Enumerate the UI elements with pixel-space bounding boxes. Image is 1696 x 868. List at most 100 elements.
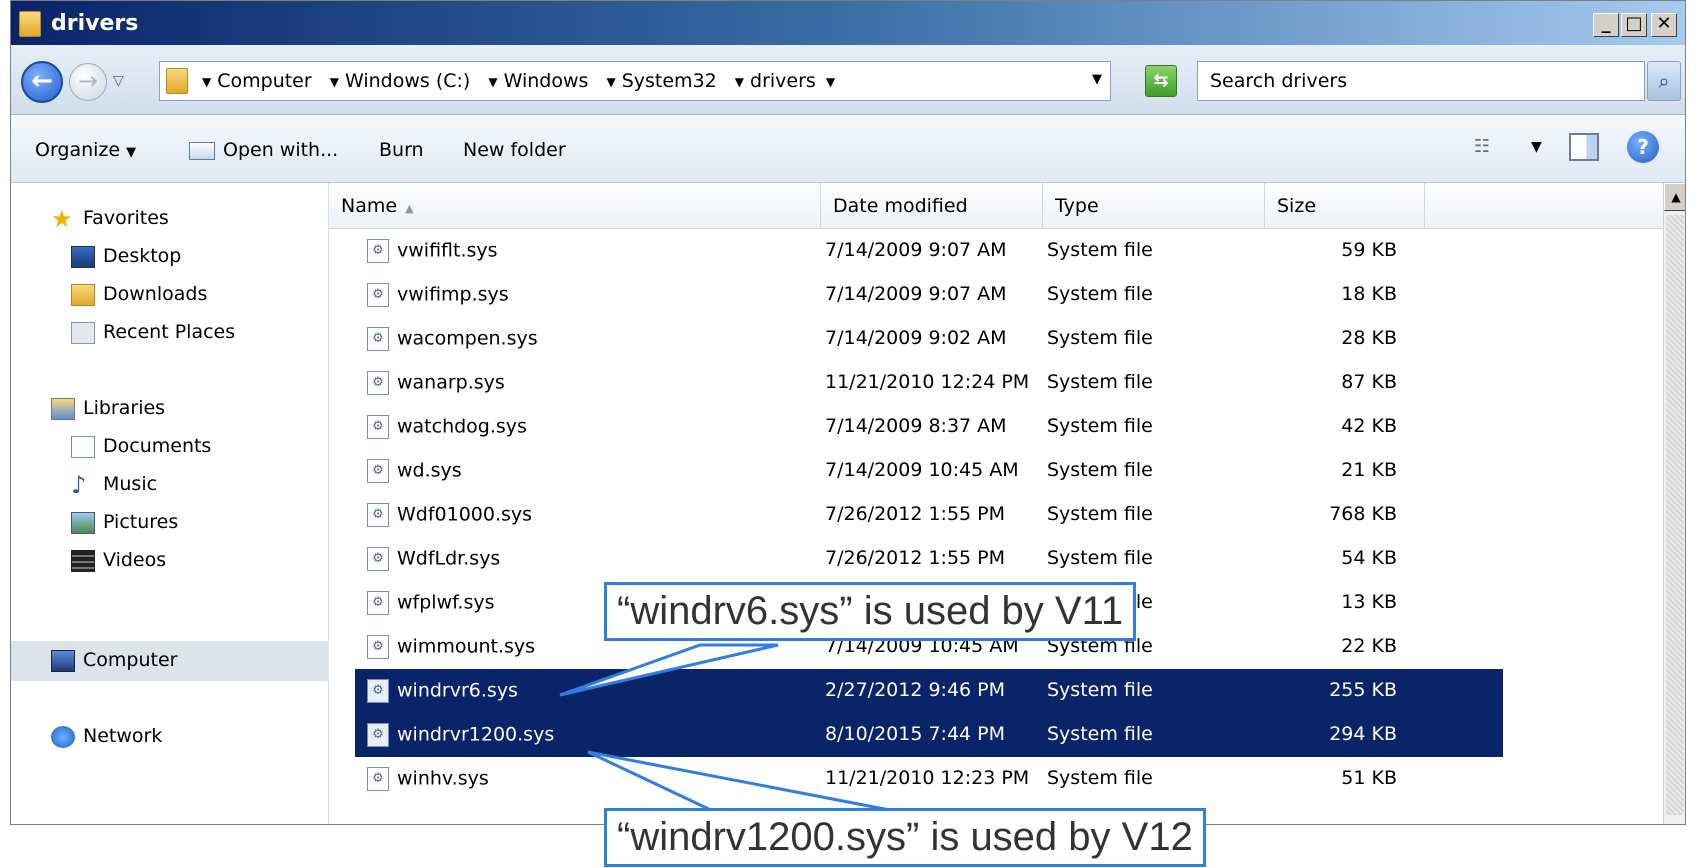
search-icon[interactable]: ⌕ [1647, 61, 1681, 101]
file-type: System file [1047, 327, 1153, 349]
arrow-left-icon: ← [31, 66, 53, 96]
nav-item-pictures[interactable]: Pictures [71, 511, 178, 534]
arrow-right-icon: → [77, 67, 99, 95]
column-header-type[interactable]: Type [1043, 183, 1265, 229]
preview-pane-icon[interactable] [1569, 133, 1599, 161]
system-file-icon: ⚙ [367, 723, 389, 747]
chevron-down-icon[interactable]: ▼ [1092, 72, 1102, 87]
file-type: System file [1047, 767, 1153, 789]
scroll-track[interactable] [1666, 215, 1684, 815]
navigation-pane: ★ Favorites Desktop Downloads Recent Plac… [11, 183, 329, 824]
file-name: wimmount.sys [397, 635, 536, 658]
table-row[interactable]: ⚙ windrvr6.sys 2/27/2012 9:46 PM System fil… [355, 669, 1503, 713]
table-row[interactable]: ⚙ Wdf01000.sys 7/26/2012 1:55 PM System fil… [355, 493, 1503, 537]
file-type: System file [1047, 371, 1153, 393]
file-name-cell: ⚙ vwififlt.sys [367, 239, 498, 263]
burn-button[interactable]: Burn [379, 139, 424, 161]
recent-pages-button[interactable]: ▽ [113, 73, 124, 89]
nav-item-downloads[interactable]: Downloads [71, 283, 207, 306]
nav-item-videos[interactable]: Videos [71, 549, 166, 572]
maximize-button[interactable]: □ [1621, 13, 1647, 37]
system-file-icon: ⚙ [367, 547, 389, 571]
file-name: watchdog.sys [397, 415, 527, 438]
table-row[interactable]: ⚙ wanarp.sys 11/21/2010 12:24 PM System fil… [355, 361, 1503, 405]
table-row[interactable]: ⚙ vwififlt.sys 7/14/2009 9:07 AM System fil… [355, 229, 1503, 273]
computer-icon [51, 649, 75, 672]
breadcrumb-item[interactable]: ▼ Windows (C:) [330, 70, 471, 92]
file-type: System file [1047, 723, 1153, 745]
file-size: 59 KB [1341, 239, 1397, 261]
table-row[interactable]: ⚙ winhv.sys 11/21/2010 12:23 PM System file… [355, 757, 1503, 801]
file-name: windrvr6.sys [397, 679, 518, 702]
refresh-icon: ⇆ [1153, 70, 1169, 91]
open-with-button[interactable]: Open with... [189, 139, 338, 161]
file-date: 11/21/2010 12:24 PM [825, 371, 1030, 393]
file-date: 7/26/2012 1:55 PM [825, 503, 1006, 525]
column-header-date[interactable]: Date modified [821, 183, 1043, 229]
file-name: vwififlt.sys [397, 239, 498, 262]
file-type: System file [1047, 239, 1153, 261]
refresh-button[interactable]: ⇆ [1145, 65, 1177, 97]
minimize-button[interactable]: _ [1593, 13, 1619, 37]
file-name-cell: ⚙ Wdf01000.sys [367, 503, 532, 527]
nav-item-documents[interactable]: Documents [71, 435, 211, 458]
file-date: 7/14/2009 9:02 AM [825, 327, 1007, 349]
file-date: 8/10/2015 7:44 PM [825, 723, 1006, 745]
table-row[interactable]: ⚙ vwifimp.sys 7/14/2009 9:07 AM System file… [355, 273, 1503, 317]
table-row[interactable]: ⚙ WdfLdr.sys 7/26/2012 1:55 PM System file 5… [355, 537, 1503, 581]
file-date: 2/27/2012 9:46 PM [825, 679, 1006, 701]
breadcrumb-item[interactable]: ▼ Computer [202, 70, 312, 92]
file-date: 7/14/2009 9:07 AM [825, 283, 1007, 305]
view-options-icon[interactable]: ☷ [1467, 133, 1497, 161]
table-row[interactable]: ⚙ wd.sys 7/14/2009 10:45 AM System file 21 K… [355, 449, 1503, 493]
breadcrumb: ▼ Computer ▼ Windows (C:) ▼ Windows ▼ System… [202, 70, 853, 92]
breadcrumb-item[interactable]: ▼ System32 [606, 70, 716, 92]
new-folder-button[interactable]: New folder [463, 139, 566, 161]
file-date: 11/21/2010 12:23 PM [825, 767, 1030, 789]
breadcrumb-item[interactable]: ▼ drivers ▼ [735, 70, 841, 92]
file-name-cell: ⚙ watchdog.sys [367, 415, 527, 439]
file-name: wacompen.sys [397, 327, 538, 350]
table-row[interactable]: ⚙ windrvr1200.sys 8/10/2015 7:44 PM System … [355, 713, 1503, 757]
nav-item-desktop[interactable]: Desktop [71, 245, 181, 268]
forward-button[interactable]: → [69, 63, 107, 101]
file-type: System file [1047, 415, 1153, 437]
file-size: 22 KB [1341, 635, 1397, 657]
file-size: 42 KB [1341, 415, 1397, 437]
file-size: 13 KB [1341, 591, 1397, 613]
address-bar[interactable]: ▼ Computer ▼ Windows (C:) ▼ Windows ▼ System… [159, 61, 1111, 101]
nav-item-libraries[interactable]: Libraries [51, 397, 165, 420]
file-size: 294 KB [1329, 723, 1397, 745]
back-button[interactable]: ← [21, 61, 63, 103]
nav-item-network[interactable]: Network [51, 725, 162, 748]
organize-button[interactable]: Organize ▼ [35, 139, 136, 161]
callout-v11: “windrv6.sys” is used by V11 [604, 582, 1137, 641]
nav-item-computer[interactable]: Computer [51, 649, 177, 672]
close-button[interactable]: ✕ [1651, 13, 1677, 37]
nav-item-recent-places[interactable]: Recent Places [71, 321, 235, 344]
column-header-size[interactable]: Size [1265, 183, 1425, 229]
documents-icon [71, 435, 95, 458]
address-row: ← → ▽ ▼ Computer ▼ Windows (C:) ▼ Windows ▼… [11, 45, 1685, 115]
pictures-icon [71, 511, 95, 534]
search-input[interactable]: Search drivers [1197, 61, 1645, 101]
chevron-down-icon[interactable]: ▼ [1531, 139, 1542, 155]
scroll-up-button[interactable]: ▲ [1664, 183, 1685, 211]
title-bar[interactable]: drivers _ □ ✕ [11, 1, 1685, 45]
table-row[interactable]: ⚙ wacompen.sys 7/14/2009 9:02 AM System fil… [355, 317, 1503, 361]
star-icon: ★ [51, 204, 73, 233]
file-size: 21 KB [1341, 459, 1397, 481]
vertical-scrollbar[interactable]: ▲ [1663, 183, 1685, 824]
file-size: 87 KB [1341, 371, 1397, 393]
breadcrumb-item[interactable]: ▼ Windows [488, 70, 588, 92]
nav-item-favorites[interactable]: ★ Favorites [51, 204, 169, 233]
column-header-name[interactable]: Name ▲ [329, 183, 821, 229]
file-name-cell: ⚙ wd.sys [367, 459, 462, 483]
file-name: wd.sys [397, 459, 462, 482]
table-row[interactable]: ⚙ watchdog.sys 7/14/2009 8:37 AM System fil… [355, 405, 1503, 449]
file-size: 28 KB [1341, 327, 1397, 349]
file-name-cell: ⚙ wfplwf.sys [367, 591, 495, 615]
help-icon[interactable]: ? [1627, 131, 1659, 163]
nav-item-music[interactable]: ♪ Music [71, 473, 157, 497]
system-file-icon: ⚙ [367, 767, 389, 791]
